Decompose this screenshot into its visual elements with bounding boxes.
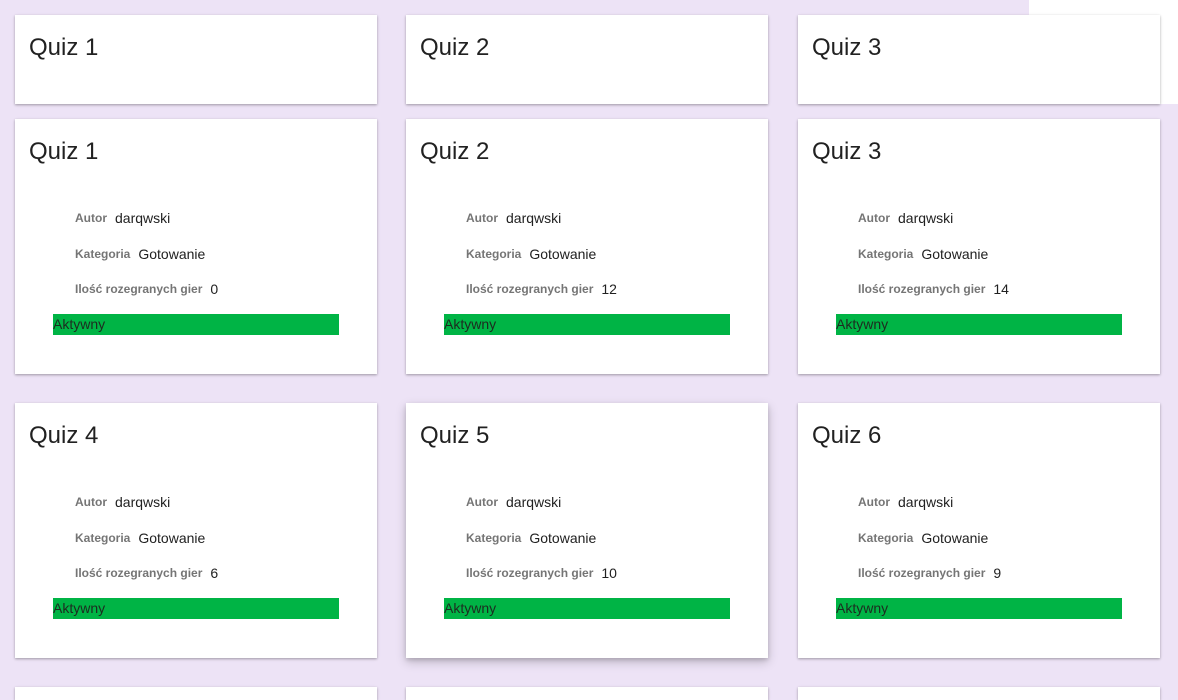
category-value: Gotowanie: [138, 530, 206, 546]
status-badge: Aktywny: [836, 314, 1122, 335]
author-row: Autor darqwski: [466, 208, 561, 228]
games-played-value: 12: [601, 281, 617, 297]
quiz-card-5[interactable]: Quiz 5 Autor darqwski Kategoria Gotowani…: [406, 403, 768, 658]
games-played-row: Ilość rozegranych gier 6: [75, 563, 218, 583]
quiz-title: Quiz 1: [29, 138, 99, 165]
games-played-value: 10: [601, 565, 617, 581]
category-label: Kategoria: [466, 531, 522, 545]
quiz-card-partial-9[interactable]: [798, 687, 1160, 700]
category-row: Kategoria Gotowanie: [858, 244, 988, 264]
quiz-title: Quiz 2: [420, 138, 490, 165]
quiz-title: Quiz 4: [29, 422, 99, 449]
games-played-value: 0: [210, 281, 219, 297]
author-value: darqwski: [115, 210, 171, 226]
category-row: Kategoria Gotowanie: [466, 528, 596, 548]
quiz-title: Quiz 3: [812, 138, 882, 165]
games-played-row: Ilość rozegranych gier 0: [75, 279, 218, 299]
games-played-label: Ilość rozegranych gier: [75, 566, 203, 580]
author-label: Autor: [858, 211, 890, 225]
games-played-label: Ilość rozegranych gier: [466, 282, 594, 296]
author-value: darqwski: [115, 494, 171, 510]
quiz-title: Quiz 6: [812, 422, 882, 449]
author-label: Autor: [466, 211, 498, 225]
games-played-value: 6: [210, 565, 219, 581]
category-label: Kategoria: [75, 247, 131, 261]
quiz-card-top-3[interactable]: Quiz 3: [798, 15, 1160, 104]
status-badge: Aktywny: [53, 598, 339, 619]
quiz-title: Quiz 3: [812, 34, 882, 61]
category-row: Kategoria Gotowanie: [75, 528, 205, 548]
category-value: Gotowanie: [138, 246, 206, 262]
category-value: Gotowanie: [529, 530, 597, 546]
author-row: Autor darqwski: [75, 208, 170, 228]
quiz-card-2[interactable]: Quiz 2 Autor darqwski Kategoria Gotowani…: [406, 119, 768, 374]
quiz-card-4[interactable]: Quiz 4 Autor darqwski Kategoria Gotowani…: [15, 403, 377, 658]
author-value: darqwski: [506, 494, 562, 510]
quiz-card-6[interactable]: Quiz 6 Autor darqwski Kategoria Gotowani…: [798, 403, 1160, 658]
category-label: Kategoria: [75, 531, 131, 545]
category-row: Kategoria Gotowanie: [858, 528, 988, 548]
author-row: Autor darqwski: [858, 492, 953, 512]
author-row: Autor darqwski: [75, 492, 170, 512]
author-row: Autor darqwski: [858, 208, 953, 228]
author-label: Autor: [466, 495, 498, 509]
status-badge: Aktywny: [53, 314, 339, 335]
quiz-card-partial-7[interactable]: [15, 687, 377, 700]
quiz-card-3[interactable]: Quiz 3 Autor darqwski Kategoria Gotowani…: [798, 119, 1160, 374]
author-value: darqwski: [898, 494, 954, 510]
author-value: darqwski: [506, 210, 562, 226]
games-played-label: Ilość rozegranych gier: [858, 566, 986, 580]
games-played-label: Ilość rozegranych gier: [858, 282, 986, 296]
category-value: Gotowanie: [529, 246, 597, 262]
games-played-row: Ilość rozegranych gier 9: [858, 563, 1001, 583]
author-row: Autor darqwski: [466, 492, 561, 512]
author-label: Autor: [858, 495, 890, 509]
quiz-title: Quiz 1: [29, 34, 99, 61]
games-played-label: Ilość rozegranych gier: [75, 282, 203, 296]
quiz-card-top-1[interactable]: Quiz 1: [15, 15, 377, 104]
quiz-title: Quiz 5: [420, 422, 490, 449]
category-label: Kategoria: [858, 531, 914, 545]
games-played-row: Ilość rozegranych gier 12: [466, 279, 617, 299]
quiz-card-partial-8[interactable]: [406, 687, 768, 700]
category-value: Gotowanie: [921, 246, 989, 262]
games-played-label: Ilość rozegranych gier: [466, 566, 594, 580]
quiz-card-top-2[interactable]: Quiz 2: [406, 15, 768, 104]
category-label: Kategoria: [466, 247, 522, 261]
author-value: darqwski: [898, 210, 954, 226]
category-row: Kategoria Gotowanie: [75, 244, 205, 264]
games-played-row: Ilość rozegranych gier 10: [466, 563, 617, 583]
category-value: Gotowanie: [921, 530, 989, 546]
games-played-value: 9: [993, 565, 1002, 581]
quiz-card-1[interactable]: Quiz 1 Autor darqwski Kategoria Gotowani…: [15, 119, 377, 374]
quiz-title: Quiz 2: [420, 34, 490, 61]
status-badge: Aktywny: [836, 598, 1122, 619]
games-played-value: 14: [993, 281, 1009, 297]
status-badge: Aktywny: [444, 598, 730, 619]
author-label: Autor: [75, 495, 107, 509]
category-label: Kategoria: [858, 247, 914, 261]
category-row: Kategoria Gotowanie: [466, 244, 596, 264]
author-label: Autor: [75, 211, 107, 225]
games-played-row: Ilość rozegranych gier 14: [858, 279, 1009, 299]
status-badge: Aktywny: [444, 314, 730, 335]
